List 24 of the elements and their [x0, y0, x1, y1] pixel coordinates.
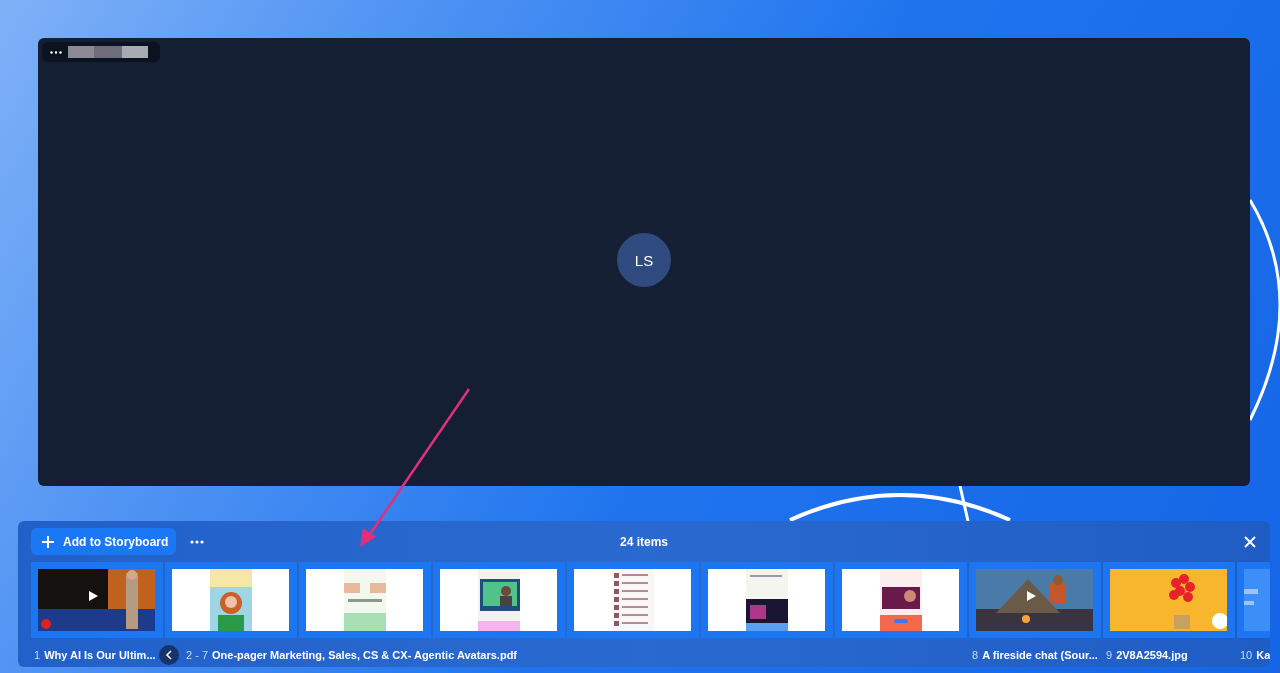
- media-label: 2 - 7 One-pager Marketing, Sales, CS & CX- Agentic Avatars.pdf: [185, 649, 518, 661]
- media-label: 9 2V8A2594.jpg: [1105, 649, 1188, 661]
- media-thumbnail[interactable]: [433, 562, 565, 638]
- play-icon: [87, 590, 99, 602]
- close-icon[interactable]: [1242, 533, 1258, 550]
- chevron-left-icon: [165, 650, 173, 660]
- media-thumbnail[interactable]: [701, 562, 833, 638]
- item-count: 24 items: [620, 534, 668, 549]
- media-thumbnail[interactable]: [299, 562, 431, 638]
- avatar: LS: [617, 233, 671, 287]
- media-thumbnail[interactable]: [165, 562, 297, 638]
- more-icon[interactable]: [50, 50, 62, 54]
- media-thumbnail[interactable]: [31, 562, 163, 638]
- back-button[interactable]: [159, 645, 179, 665]
- add-to-storyboard-button[interactable]: Add to Storyboard: [31, 528, 177, 555]
- media-label: 10 Ka: [1239, 649, 1270, 661]
- media-thumbnail[interactable]: [567, 562, 699, 638]
- play-icon: [1025, 590, 1037, 602]
- media-thumbnail[interactable]: [1103, 562, 1235, 638]
- plus-icon: [41, 534, 55, 549]
- media-thumbnail[interactable]: [969, 562, 1101, 638]
- media-label: 8 A fireside chat (Sour...: [971, 649, 1098, 661]
- media-thumbnail[interactable]: [835, 562, 967, 638]
- media-label: 1 Why AI Is Our Ultim...: [33, 649, 156, 661]
